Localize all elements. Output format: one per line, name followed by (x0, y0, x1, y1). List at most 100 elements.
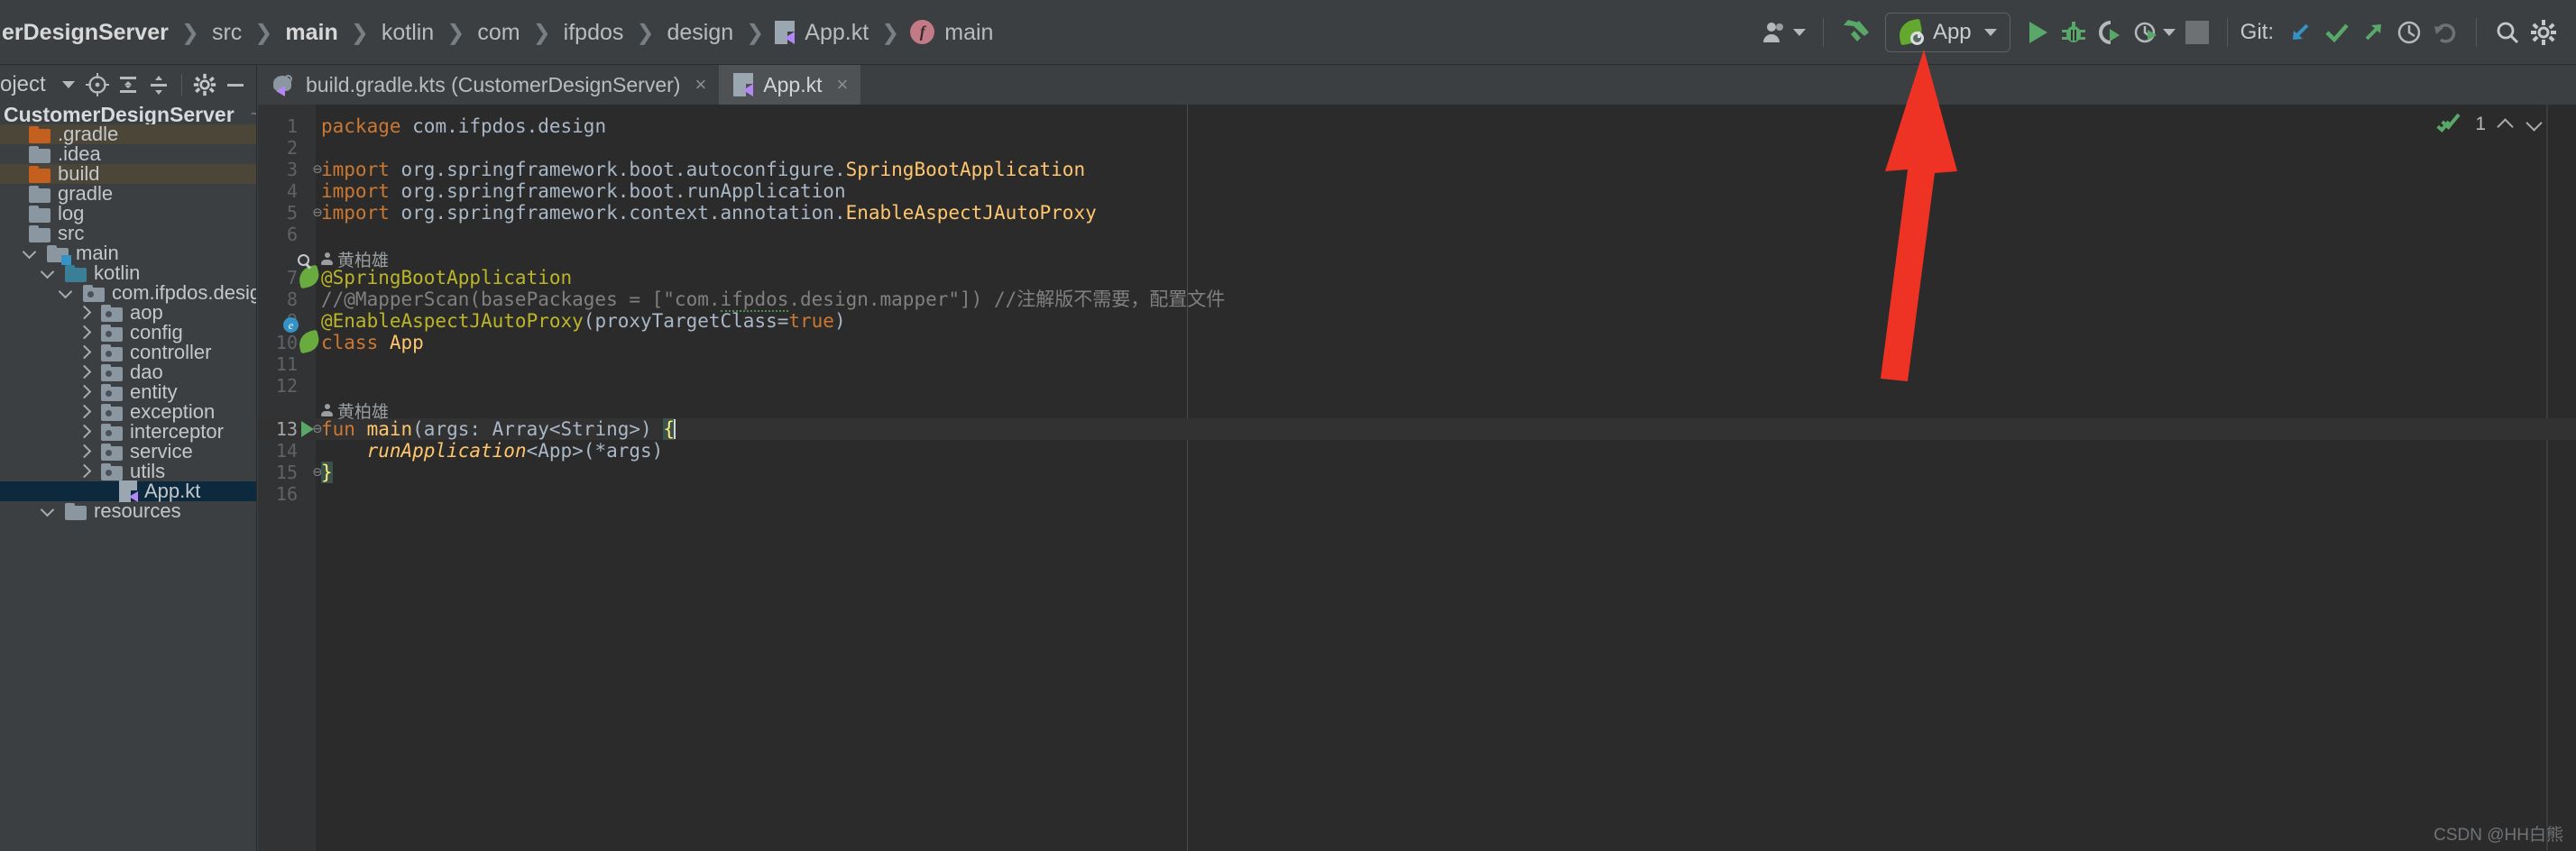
project-tree[interactable]: CustomerDesignServer~/WebProject/C.gradl… (0, 105, 256, 851)
git-commit-button[interactable] (2319, 12, 2355, 53)
breadcrumb-item-main[interactable]: main (283, 0, 339, 65)
code-line-6[interactable]: 6 (258, 224, 2576, 245)
tree-node-service[interactable]: service (0, 440, 256, 462)
code-line-2[interactable]: 2 (258, 137, 2576, 159)
divider (1822, 17, 1824, 47)
spring-bean-search-gutter-icon[interactable] (296, 254, 322, 289)
breadcrumb-item-design[interactable]: design (666, 0, 736, 65)
tree-node-src[interactable]: src (0, 222, 256, 244)
tree-node-kotlin[interactable]: kotlin (0, 261, 256, 284)
git-history-button[interactable] (2391, 12, 2427, 53)
tree-node-log[interactable]: log (0, 202, 256, 224)
run-button[interactable] (2019, 12, 2056, 53)
git-push-button[interactable] (2355, 12, 2391, 53)
code-line-13[interactable]: 13 ⊖ fun main(args: Array<String>) { (258, 418, 2576, 440)
expand-all-icon[interactable] (113, 69, 143, 100)
breadcrumb-item-erdesignserver[interactable]: erDesignServer (0, 0, 170, 65)
tree-node-dao[interactable]: dao (0, 361, 256, 383)
close-icon[interactable]: × (837, 73, 849, 96)
editor-tab-build-gradle-kts[interactable]: build.gradle.kts (CustomerDesignServer) × (258, 65, 719, 105)
tree-node-app-kt[interactable]: App.kt (0, 480, 256, 502)
chevron-right-icon[interactable] (76, 424, 92, 440)
breadcrumb-item-ifpdos[interactable]: ifpdos (562, 0, 626, 65)
code-line-12[interactable]: 12 (258, 375, 2576, 397)
tree-node--gradle[interactable]: .gradle (0, 123, 256, 145)
code-line-3[interactable]: 3 ⊖ import org.springframework.boot.autoco… (258, 159, 2576, 180)
breadcrumb-item-kotlin[interactable]: kotlin (380, 0, 436, 65)
project-settings-icon[interactable] (189, 69, 220, 100)
tree-node-resources[interactable]: resources (0, 499, 256, 522)
chevron-down-icon[interactable] (40, 503, 56, 519)
editor-area: build.gradle.kts (CustomerDesignServer) ×… (258, 65, 2576, 851)
tree-node-utils[interactable]: utils (0, 460, 256, 482)
code-line-9[interactable]: 9@EnableAspectJAutoProxy(proxyTargetClas… (258, 310, 2576, 332)
code-line-14[interactable]: 14 runApplication<App>(*args) (258, 440, 2576, 462)
line-number: 3 (286, 159, 298, 180)
chevron-down-icon[interactable] (61, 81, 75, 88)
git-update-button[interactable] (2283, 12, 2319, 53)
chevron-right-icon[interactable] (76, 463, 92, 480)
locate-file-icon[interactable] (82, 69, 113, 100)
code-text: import org.springframework.boot.autoconf… (321, 159, 1086, 180)
line-number: 5 (286, 202, 298, 224)
chevron-down-icon[interactable] (40, 265, 56, 281)
editor-tab-app-kt[interactable]: App.kt × (719, 65, 861, 105)
breadcrumb-item-app-kt[interactable]: App.kt (775, 0, 870, 65)
project-root-node[interactable]: CustomerDesignServer~/WebProject/C (0, 105, 256, 126)
spring-bean-gutter-icon[interactable]: e (283, 317, 322, 354)
code-line-11[interactable]: 11 (258, 353, 2576, 375)
tree-node--idea[interactable]: .idea (0, 142, 256, 165)
breadcrumb-separator: ❯ (636, 19, 655, 45)
run-configuration-selector[interactable]: App (1884, 12, 2010, 52)
tree-node-interceptor[interactable]: interceptor (0, 420, 256, 443)
breadcrumb-item-main[interactable]: f main (910, 0, 995, 65)
code-line-1[interactable]: 1 package com.ifpdos.design (258, 115, 2576, 137)
tree-node-main[interactable]: main (0, 242, 256, 265)
chevron-down-icon[interactable] (58, 285, 74, 301)
git-rollback-button[interactable] (2427, 12, 2463, 53)
chevron-right-icon[interactable] (76, 344, 92, 361)
tree-node-exception[interactable]: exception (0, 400, 256, 423)
close-icon[interactable]: × (695, 73, 706, 96)
chevron-down-icon (1983, 28, 1997, 36)
chevron-right-icon[interactable] (76, 325, 92, 341)
tree-node-entity[interactable]: entity (0, 380, 256, 403)
code-line-10[interactable]: 10 e class App (258, 317, 2576, 354)
tree-node-config[interactable]: config (0, 321, 256, 343)
debug-button[interactable] (2056, 12, 2092, 53)
hide-panel-icon[interactable] (220, 69, 251, 100)
code-editor[interactable]: 1 1 package com.ifpdos.design 2 3 ⊖ import or… (258, 105, 2576, 851)
chevron-right-icon[interactable] (76, 384, 92, 400)
code-line-5[interactable]: 5 ⊖ import org.springframework.context.ann… (258, 202, 2576, 224)
chevron-right-icon[interactable] (76, 305, 92, 321)
build-hammer-button[interactable] (1836, 12, 1876, 53)
tree-node-controller[interactable]: controller (0, 341, 256, 363)
breadcrumb-item-src[interactable]: src (210, 0, 244, 65)
line-number: 4 (286, 180, 298, 202)
tree-node-aop[interactable]: aop (0, 301, 256, 324)
chevron-right-icon[interactable] (76, 404, 92, 420)
collapse-all-icon[interactable] (143, 69, 174, 100)
code-line-7[interactable]: 7 @SpringBootApplication (258, 254, 2576, 289)
chevron-down-icon[interactable] (22, 245, 38, 261)
breadcrumb-item-com[interactable]: com (475, 0, 521, 65)
gear-icon[interactable] (2525, 12, 2562, 53)
stop-button[interactable] (2180, 12, 2214, 53)
chevron-right-icon[interactable] (76, 364, 92, 380)
profiler-button[interactable] (2128, 12, 2180, 53)
tree-node-gradle[interactable]: gradle (0, 182, 256, 205)
breadcrumb-label: com (477, 19, 520, 45)
tree-node-com-ifpdos-design[interactable]: com.ifpdos.design (0, 281, 256, 304)
search-icon[interactable] (2489, 12, 2525, 53)
code-line-8[interactable]: 8 //@MapperScan(basePackages = ["com.ifpd… (258, 288, 2576, 312)
code-line-16[interactable]: 16 (258, 483, 2576, 505)
kotlin-file-icon (733, 73, 754, 96)
profile-icon[interactable] (1758, 12, 1810, 53)
code-line-15[interactable]: 15 ⊖} (258, 462, 2576, 483)
gutter-run-icon[interactable] (301, 418, 319, 440)
chevron-right-icon[interactable] (76, 444, 92, 460)
tree-node-build[interactable]: build (0, 162, 256, 185)
breadcrumb-label: kotlin (381, 19, 435, 45)
run-with-coverage-button[interactable] (2092, 12, 2128, 53)
code-line-4[interactable]: 4 import org.springframework.boot.runAppl… (258, 180, 2576, 202)
